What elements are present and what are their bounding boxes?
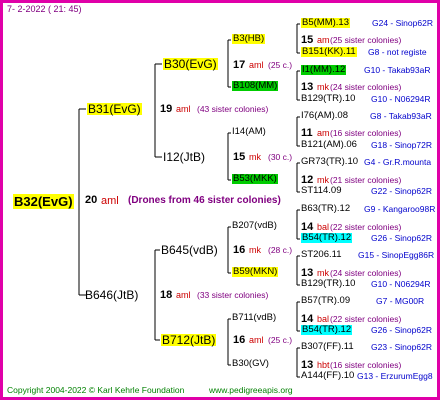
gen4-node[interactable]: B63(TR).12 [301,204,350,214]
root-count: 20 [85,194,98,206]
gen4-code: G9 - Kangaroo98R [364,204,436,214]
gen3-colonies: (16 sister colonies) [330,128,402,138]
gen3-node[interactable]: I14(AM) [232,127,266,137]
gen3-colonies: (25 sister colonies) [330,35,402,45]
gen2-prefix: aml [249,335,264,345]
gen3-prefix: am [317,128,330,138]
gen3-count: 15 [301,34,314,46]
gen3-node[interactable]: B711(vdB) [232,313,276,323]
gen4-node[interactable]: B129(TR).10 [301,94,355,104]
pedigree-chart: 7- 2-2022 ( 21: 45) B32(EvG) 20 aml (Dro… [0,0,440,400]
gen3-colonies: (24 sister colonies) [330,82,402,92]
gen3-colonies: (21 sister colonies) [330,175,402,185]
gen1-node[interactable]: B646(JtB) [85,289,138,301]
gen2-count: 15 [233,151,246,163]
gen2-count: 16 [233,334,246,346]
gen2-node[interactable]: I12(JtB) [163,151,205,163]
gen1-prefix: aml [176,290,191,300]
gen4-node[interactable]: A144(FF).10 [301,371,354,381]
gen4-node[interactable]: B5(MM).13 [301,18,350,28]
gen4-code: G15 - SinopEgg86R [358,250,435,260]
gen4-node[interactable]: B307(FF).11 [301,342,354,352]
gen4-code: G26 - Sinop62R [371,325,432,335]
gen4-node[interactable]: B129(TR).10 [301,279,355,289]
gen4-node[interactable]: B57(TR).09 [301,296,350,306]
gen4-code: G10 - Takab93aR [364,65,431,75]
root-queen[interactable]: B32(EvG) [13,194,74,209]
gen4-node[interactable]: B54(TR).12 [301,325,353,335]
gen4-node[interactable]: I1(MM).12 [301,65,347,75]
gen3-colonies: (16 sister colonies) [330,360,402,370]
gen4-node[interactable]: ST114.09 [301,186,342,196]
gen4-code: G10 - N06294R [371,279,431,289]
gen3-node[interactable]: B207(vdB) [232,221,277,231]
gen2-colonies: (28 c.) [268,245,293,255]
gen4-node[interactable]: I76(AM).08 [301,111,348,121]
copyright-text: Copyright 2004-2022 © Karl Kehrle Founda… [7,385,185,395]
gen2-node[interactable]: B712(JtB) [161,334,217,346]
gen3-prefix: mk [317,82,329,92]
gen3-colonies: (24 sister colonies) [330,268,402,278]
gen3-prefix: bal [317,314,330,324]
gen2-prefix: mk [249,245,261,255]
gen1-colonies: (33 sister colonies) [197,290,269,300]
gen2-node[interactable]: B645(vdB) [161,244,218,256]
gen3-prefix: am [317,35,330,45]
generated-date: 7- 2-2022 ( 21: 45) [7,4,82,14]
gen3-prefix: mk [317,175,329,185]
gen2-colonies: (25 c.) [268,335,293,345]
gen3-prefix: hbt [317,360,330,370]
gen4-node[interactable]: B151(KK).11 [301,47,357,57]
gen4-code: G7 - MG00R [376,296,425,306]
gen1-count: 19 [160,103,173,115]
gen4-code: G8 - not registe [368,47,427,57]
gen2-node[interactable]: B30(EvG) [163,58,218,70]
gen2-prefix: aml [249,60,264,70]
gen2-colonies: (25 c.) [268,60,293,70]
gen3-count: 13 [301,81,314,93]
gen2-count: 17 [233,59,246,71]
root-drones-note: (Drones from 46 sister colonies) [128,195,281,206]
gen3-node[interactable]: B3(HB) [232,34,266,44]
gen3-colonies: (22 sister colonies) [330,222,402,232]
gen1-count: 18 [160,289,173,301]
gen4-node[interactable]: ST206.11 [301,250,342,260]
gen4-code: G22 - Sinop62R [371,186,432,196]
gen4-code: G26 - Sinop62R [371,233,432,243]
root-prefix: aml [101,195,119,207]
gen3-count: 11 [301,127,313,139]
site-link[interactable]: www.pedigreeapis.org [209,386,293,395]
gen2-colonies: (30 c.) [268,152,293,162]
gen1-prefix: aml [176,104,191,114]
gen3-node[interactable]: B30(GV) [232,359,269,369]
gen4-code: G10 - N06294R [371,94,431,104]
gen3-colonies: (22 sister colonies) [330,314,402,324]
gen4-code: G13 - ErzurumEgg8 [357,371,433,381]
gen2-prefix: mk [249,152,261,162]
gen3-node[interactable]: B59(MKN) [232,267,279,277]
gen4-node[interactable]: GR73(TR).10 [301,157,358,167]
gen3-node[interactable]: B108(MM) [232,81,279,91]
gen4-node[interactable]: B54(TR).12 [301,233,353,243]
gen4-code: G18 - Sinop72R [371,140,432,150]
gen4-code: G24 - Sinop62R [372,18,433,28]
gen4-node[interactable]: B121(AM).06 [301,140,357,150]
gen3-node[interactable]: B53(MKK) [232,174,278,184]
gen1-node[interactable]: B31(EvG) [87,103,142,115]
gen2-count: 16 [233,244,246,256]
gen4-code: G23 - Sinop62R [371,342,432,352]
gen4-code: G4 - Gr.R.mounta [364,157,432,167]
gen1-colonies: (43 sister colonies) [197,104,269,114]
gen3-prefix: bal [317,222,330,232]
gen4-code: G8 - Takab93aR [370,111,432,121]
gen3-prefix: mk [317,268,329,278]
